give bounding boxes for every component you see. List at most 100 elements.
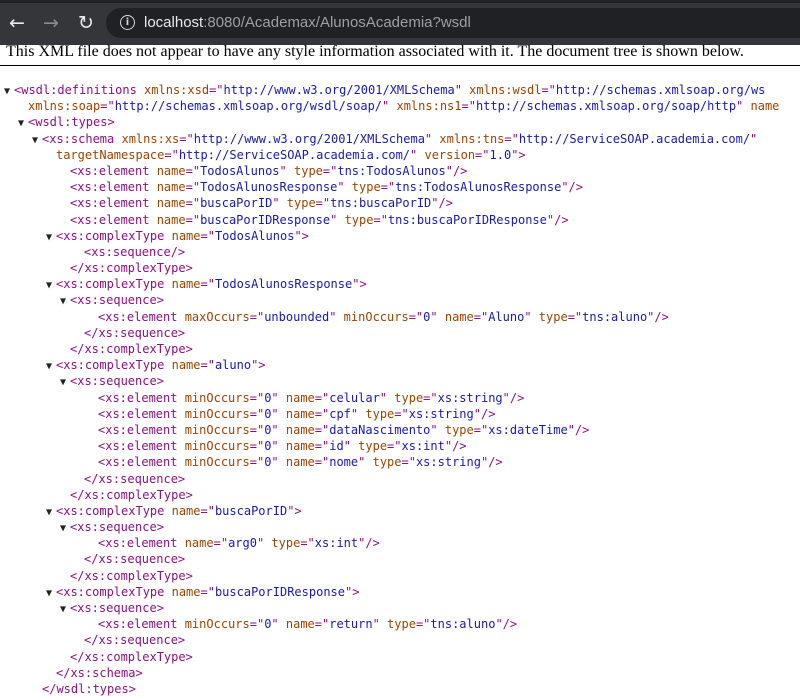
xml-attribute-name: type: [286, 163, 323, 178]
xml-tag-text: =": [415, 617, 431, 632]
xml-attribute-value: http://schemas.xmlsoap.org/ws: [555, 83, 766, 97]
xml-tag-text: =": [249, 390, 265, 405]
xml-attribute-name: name: [743, 99, 780, 114]
xml-line: ▼ <wsdl:types>: [0, 114, 800, 130]
back-arrow-icon[interactable]: ←: [6, 12, 28, 34]
xml-attribute-name: name: [164, 277, 201, 292]
xml-tag-text: <xs:element: [70, 212, 150, 227]
xml-tag-text: =": [200, 358, 215, 373]
xml-attribute-value: buscaPorIDResponse: [200, 212, 331, 227]
xml-tag-text: =": [100, 99, 115, 114]
address-bar[interactable]: i localhost:8080/Academax/AlunosAcademia…: [106, 8, 800, 38]
xml-tag-text: =": [213, 536, 229, 551]
xml-tag-text: ": [271, 390, 279, 405]
xml-line: </xs:sequence>: [0, 551, 800, 567]
xml-attribute-name: name: [149, 180, 186, 195]
xml-tag-text: "/>: [445, 163, 468, 178]
xml-attribute-name: minOccurs: [177, 390, 250, 405]
xml-tag-text: </xs:sequence>: [84, 552, 186, 567]
url-path: :8080/Academax/AlunosAcademia?wsdl: [203, 14, 471, 31]
reload-icon[interactable]: ↻: [75, 12, 97, 34]
xml-tag-text: ": [271, 455, 279, 470]
xml-tag-text: =": [473, 309, 489, 324]
xml-attribute-name: minOccurs: [177, 455, 250, 470]
xml-tag-text: =": [541, 83, 556, 97]
xml-tag-text: =": [249, 439, 265, 454]
xml-tag-text: <xs:element: [98, 536, 178, 551]
xml-attribute-value: TodosAlunos: [214, 228, 295, 243]
xml-attribute-name: minOccurs: [177, 439, 250, 454]
xml-line: <xs:element minOccurs="0" name="return" …: [0, 616, 800, 632]
xml-attribute-name: name: [278, 422, 315, 437]
xml-attribute-value: xs:string: [408, 406, 474, 421]
xml-attribute-name: xmlns:ns1: [389, 99, 462, 114]
xml-attribute-value: Aluno: [488, 309, 525, 324]
xml-tag-text: =": [200, 277, 215, 292]
xml-tag-text: <wsdl:types>: [28, 115, 115, 130]
forward-arrow-icon[interactable]: →: [40, 12, 62, 34]
xml-tag-text: =": [314, 439, 330, 454]
xml-attribute-value: tns:aluno: [430, 617, 496, 632]
xml-tag-text: =": [322, 163, 338, 178]
xml-tag-text: =": [249, 422, 265, 437]
xml-attribute-value: TodosAlunos: [200, 163, 280, 178]
xml-tag-text: <xs:sequence>: [70, 374, 164, 389]
xml-tag-text: =": [249, 617, 265, 632]
xml-line: <xs:element minOccurs="0" name="celular"…: [0, 390, 800, 406]
xml-attribute-name: type: [264, 536, 301, 551]
xml-line: </xs:complexType>: [0, 649, 800, 665]
xml-tag-text: ": [454, 83, 462, 97]
xml-attribute-value: tns:buscaPorIDResponse: [387, 212, 547, 227]
xml-tag-text: =": [185, 212, 201, 227]
xml-tag-text: =": [209, 83, 224, 97]
xml-tag-text: =": [200, 584, 215, 599]
xml-tag-text: </wsdl:types>: [42, 681, 136, 696]
xml-tag-text: <xs:element: [70, 163, 150, 178]
xml-attribute-value: nome: [329, 455, 359, 470]
xml-tag-text: ">: [287, 503, 302, 518]
xml-attribute-value: TodosAlunosResponse: [200, 180, 338, 195]
xml-tag-text: "/>: [546, 212, 569, 227]
xml-line: ▼ <xs:complexType name="buscaPorID">: [0, 503, 800, 519]
xml-tag-text: <xs:element: [98, 390, 178, 405]
site-info-icon[interactable]: i: [120, 15, 135, 30]
xml-tag-text: <wsdl:definitions: [14, 83, 137, 97]
xml-attribute-name: name: [149, 196, 186, 211]
xml-line: ▼ <xs:sequence>: [0, 600, 800, 616]
xml-tag-text: <xs:element: [98, 406, 178, 421]
xml-line: targetNamespace="http://ServiceSOAP.acad…: [0, 147, 800, 163]
xml-tag-text: =": [473, 422, 489, 437]
xml-tag-text: "/>: [444, 439, 467, 454]
xml-tag-text: =": [314, 406, 330, 421]
xml-line: ▼ <xs:complexType name="buscaPorIDRespons…: [0, 584, 800, 600]
xml-tag-text: =": [249, 455, 265, 470]
address-bar-url[interactable]: localhost:8080/Academax/AlunosAcademia?w…: [144, 14, 471, 32]
xml-attribute-value: buscaPorID: [214, 503, 288, 518]
xml-tag-text: =": [314, 422, 330, 437]
xml-attribute-value: xs:string: [437, 390, 503, 405]
xml-attribute-name: type: [387, 390, 424, 405]
xml-tag-text: =": [200, 228, 215, 243]
xml-attribute-value: http://www.w3.org/2001/XMLSchema: [223, 83, 455, 97]
xml-line: <xs:element name="buscaPorIDResponse" ty…: [0, 212, 800, 228]
xml-attribute-name: minOccurs: [336, 309, 409, 324]
xml-line: <xs:element minOccurs="0" name="dataNasc…: [0, 422, 800, 438]
xml-attribute-name: minOccurs: [177, 422, 250, 437]
xml-attribute-name: xmlns:xs: [114, 131, 180, 146]
xml-line: ▼ <wsdl:definitions xmlns:xsd="http://www…: [0, 82, 800, 98]
xml-attribute-name: name: [437, 309, 474, 324]
xml-attribute-name: name: [149, 212, 186, 227]
xml-tag-text: ": [271, 422, 279, 437]
xml-attribute-name: name: [278, 617, 315, 632]
xml-tag-text: </xs:complexType>: [70, 261, 193, 276]
xml-line: <xs:element name="arg0" type="xs:int"/>: [0, 535, 800, 551]
xml-line: <xs:element minOccurs="0" name="cpf" typ…: [0, 406, 800, 422]
xml-line: ▼ <xs:sequence>: [0, 373, 800, 389]
xml-tag-text: "/>: [567, 422, 590, 437]
xml-tag-text: =": [408, 309, 424, 324]
xml-tag-text: "/>: [473, 406, 496, 421]
xml-attribute-value: dataNascimento: [329, 422, 431, 437]
xml-tag-text: <xs:element: [70, 196, 150, 211]
xml-attribute-name: type: [365, 455, 402, 470]
xml-attribute-name: name: [149, 163, 186, 178]
